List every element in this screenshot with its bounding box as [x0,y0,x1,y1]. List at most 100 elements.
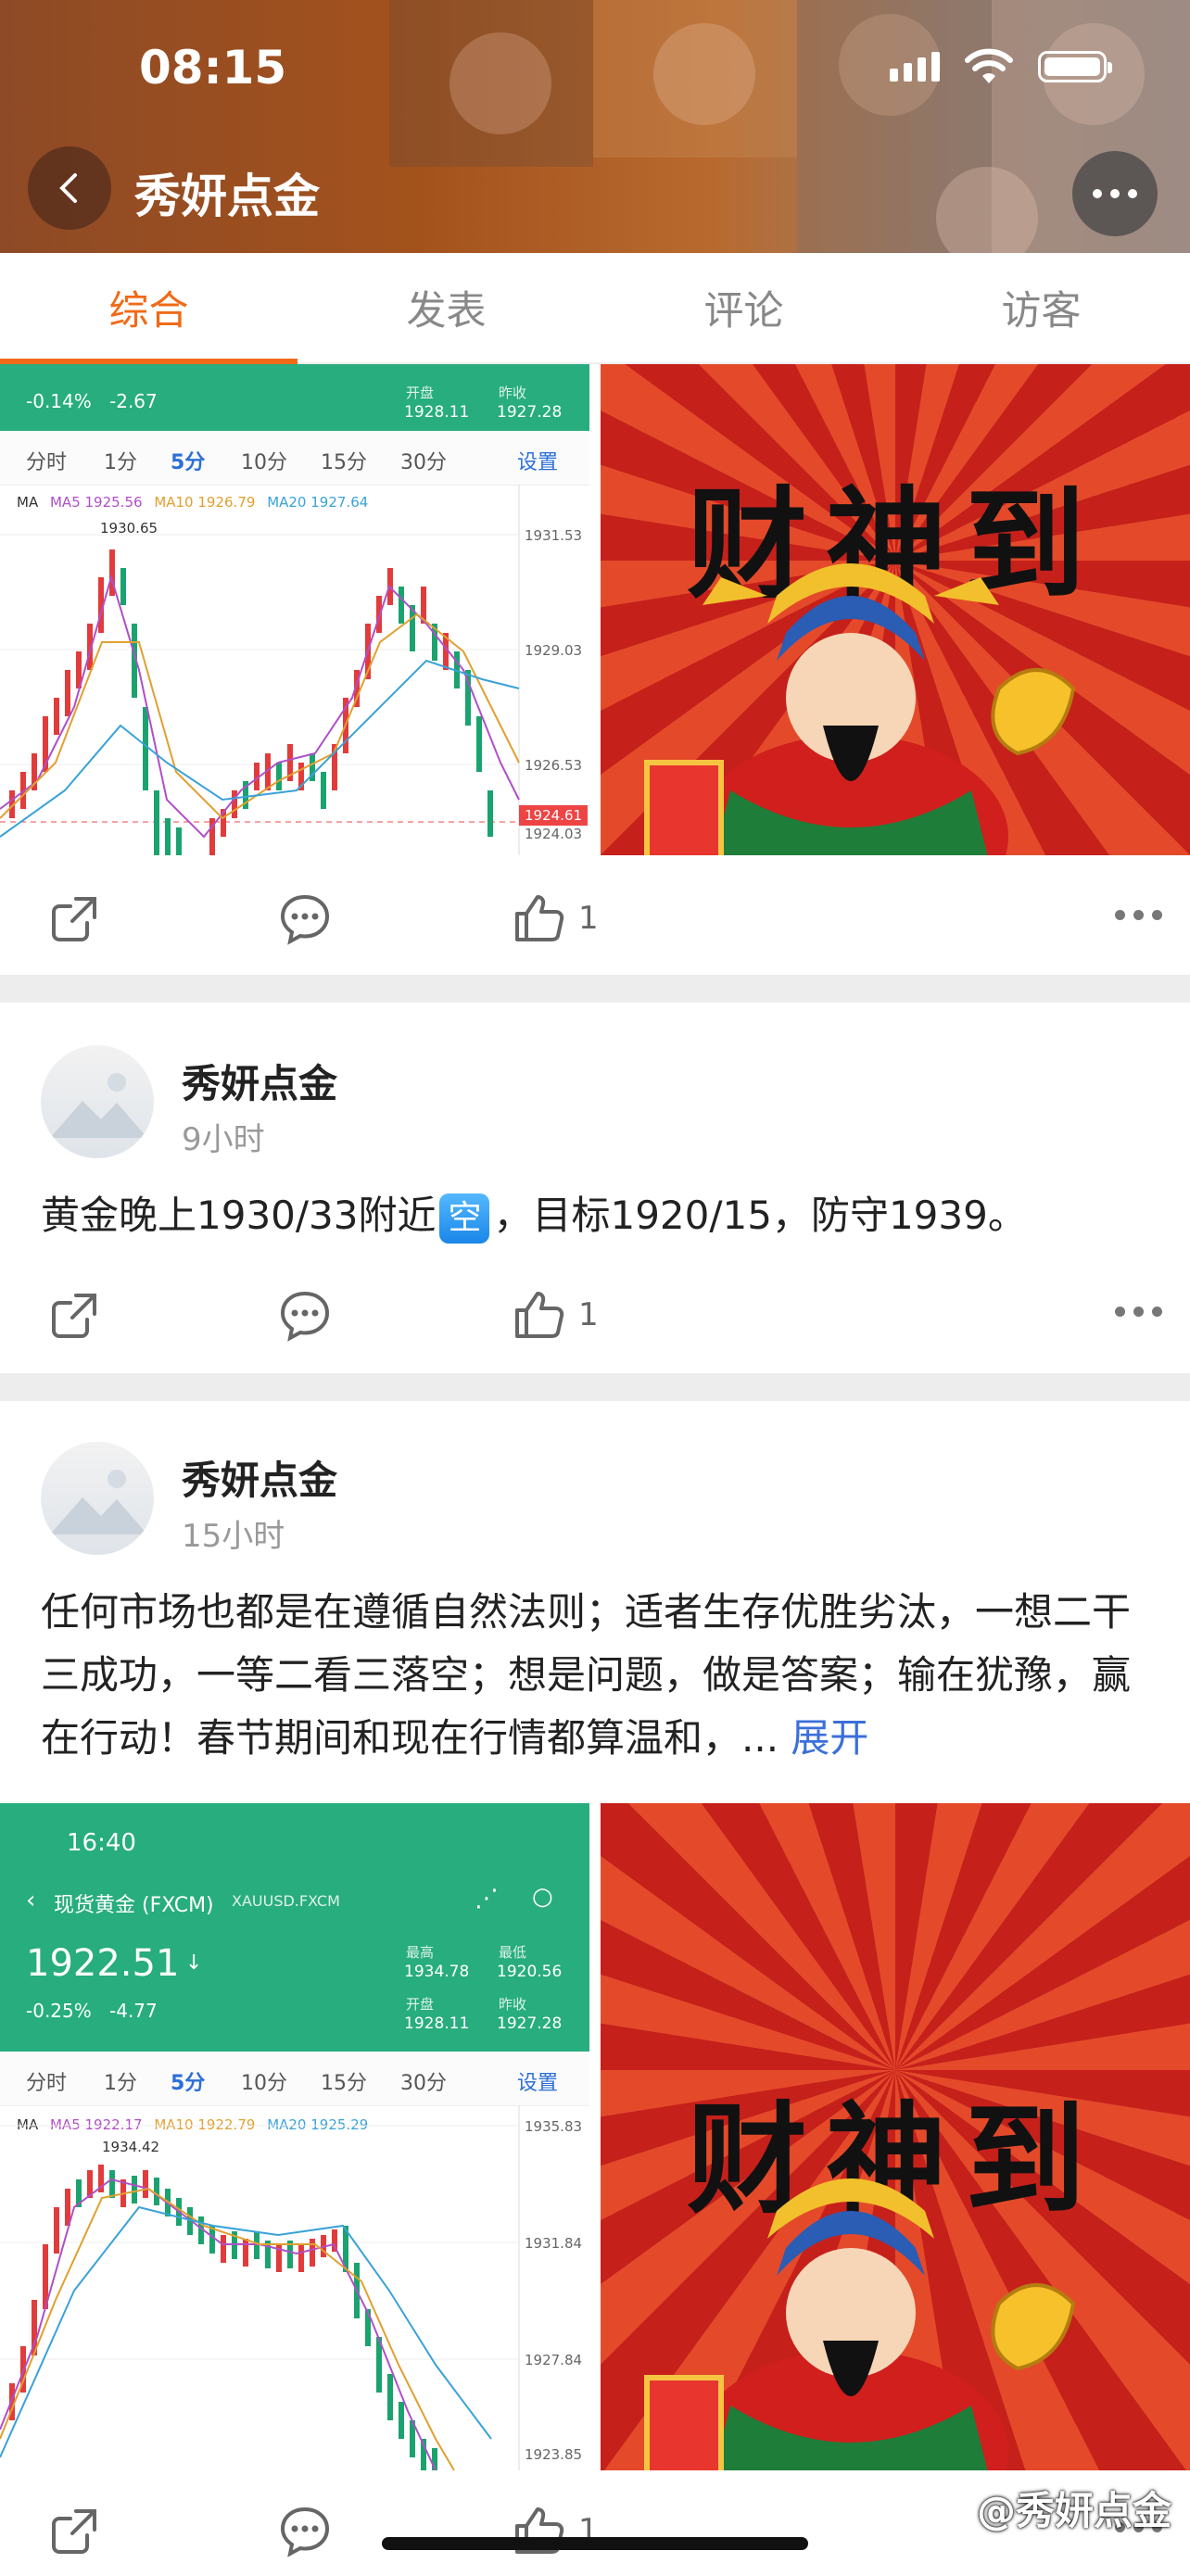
post-image-chart[interactable]: 16:40 ‹ 现货黄金 (FXCM) XAUUSD.FXCM ⋰ ○ 1922… [0,1803,589,2470]
post-time: 15小时 [182,1518,285,1555]
chart-prev-close-label: 昨收 [499,385,527,401]
post-author[interactable]: 秀妍点金 [182,1053,337,1109]
y-tick: 1926.53 [525,757,583,774]
post-author[interactable]: 秀妍点金 [182,1449,337,1506]
tab-posts[interactable]: 发表 [298,253,595,362]
candlestick-chart [0,2105,520,2470]
avatar[interactable] [41,1442,154,1555]
post-image-poster[interactable]: 财神到 [601,364,1190,855]
post-action-bar: 1 [0,871,1190,964]
avatar[interactable] [41,1045,154,1158]
image-placeholder-icon [50,1073,147,1138]
chart-low-value: 1920.56 [497,1963,563,1981]
like-count: 1 [578,900,599,937]
chart-low-label: 最低 [499,1944,527,1961]
battery-icon [1038,51,1112,82]
y-tick: 1929.03 [525,642,583,659]
like-button[interactable]: 1 [512,1288,599,1342]
chart-open-label: 开盘 [406,1996,435,2013]
cellular-signal-icon [890,52,940,82]
chart-price: 1922.51 [26,1942,180,1985]
wifi-icon [965,48,1013,83]
share-icon [52,2509,96,2554]
share-button[interactable] [48,1288,102,1342]
more-options-button[interactable] [1072,151,1158,236]
interval-tab: 10分 [241,451,287,474]
y-tick: 1923.85 [525,2446,583,2463]
y-tick: 1927.84 [525,2352,583,2368]
chart-high-label: 最高 [406,1944,435,1961]
chart-open-value: 1928.11 [404,2014,470,2033]
interval-tab-active: 5分 [171,2072,206,2095]
post-text-body: 任何市场也都是在遵循自然法则；适者生存优胜劣汰，一想二干三成功，一等二看三落空；… [41,1589,1132,1761]
chart-settings-label: 设置 [517,2072,559,2095]
chart-open-label: 开盘 [406,385,435,401]
share-icon: ⋰ [475,1885,499,1913]
like-button[interactable]: 1 [512,891,599,945]
chart-change-pct: -0.14% [26,390,92,412]
comment-button[interactable] [278,891,332,945]
chart-screenshot-time: 16:40 [67,1829,136,1857]
thumbs-up-icon [515,1292,564,1338]
interval-tab: 1分 [104,2072,137,2095]
tab-comments[interactable]: 评论 [595,253,892,362]
interval-tab: 30分 [400,2072,447,2095]
chart-prev-close-value: 1927.28 [497,2014,563,2033]
post-more-button[interactable] [1115,910,1162,920]
like-count: 1 [578,1296,599,1333]
post-text[interactable]: 任何市场也都是在遵循自然法则；适者生存优胜劣汰，一想二干三成功，一等二看三落空；… [41,1581,1153,1770]
candles [9,549,493,855]
share-button[interactable] [48,2504,102,2557]
chart-prev-close-label: 昨收 [499,1996,527,2013]
search-icon: ○ [532,1883,553,1911]
chevron-left-icon [59,173,77,203]
interval-tab: 15分 [321,451,367,474]
comment-button[interactable] [278,1288,332,1342]
interval-tab: 10分 [241,2072,287,2095]
chevron-left-icon: ‹ [26,1887,36,1914]
back-button[interactable] [28,146,111,230]
deity-illustration [644,563,1076,855]
watermark: @秀妍点金 [976,2488,1171,2533]
expand-link[interactable]: 展开 [791,1715,868,1761]
home-indicator[interactable] [382,2537,808,2550]
interval-tab: 分时 [26,2072,68,2095]
comment-icon [280,894,330,945]
down-arrow-icon: ↓ [185,1951,203,1975]
chart-high-value: 1934.78 [404,1963,470,1981]
y-tick: 1924.03 [525,826,583,842]
page-title: 秀妍点金 [134,170,320,223]
ellipsis-icon [1093,189,1102,198]
status-time: 08:15 [139,41,287,95]
ellipsis-icon [1115,1307,1125,1317]
deity-illustration [644,2178,1076,2470]
chart-prev-close-value: 1927.28 [497,403,563,422]
feed-separator [0,1373,1190,1401]
interval-tab-active: 5分 [171,451,206,474]
current-price-tag: 1924.61 [519,805,589,826]
interval-tab: 15分 [321,2072,367,2095]
post-text-part: 黄金晚上1930/33附近 [41,1193,437,1238]
status-bar: 08:15 [0,0,1190,139]
interval-tab: 分时 [26,451,68,474]
post-more-button[interactable] [1115,1307,1162,1317]
comment-button[interactable] [278,2504,332,2557]
y-tick: 1931.53 [525,527,583,544]
post-text[interactable]: 黄金晚上1930/33附近空，目标1920/15，防守1939。 [41,1184,1153,1247]
share-icon [52,1294,96,1338]
tab-visitors[interactable]: 访客 [892,253,1190,362]
candlestick-chart [0,485,520,855]
post-time: 9小时 [182,1121,265,1158]
post-image-poster[interactable]: 财神到 [601,1803,1190,2470]
instrument-symbol: XAUUSD.FXCM [232,1892,340,1910]
share-icon [52,897,96,941]
share-button[interactable] [48,891,102,945]
post-image-chart[interactable]: -0.14% -2.67 开盘 1928.11 昨收 1927.28 分时 1分… [0,364,589,855]
chart-change-pct: -0.25% [26,2000,92,2022]
post-text-part: ，目标1920/15，防守1939。 [493,1193,1027,1238]
interval-tab: 1分 [104,451,137,474]
chart-settings-label: 设置 [517,451,559,474]
tab-overview[interactable]: 综合 [0,253,298,364]
short-badge-icon: 空 [439,1193,490,1244]
image-placeholder-icon [50,1470,147,1534]
